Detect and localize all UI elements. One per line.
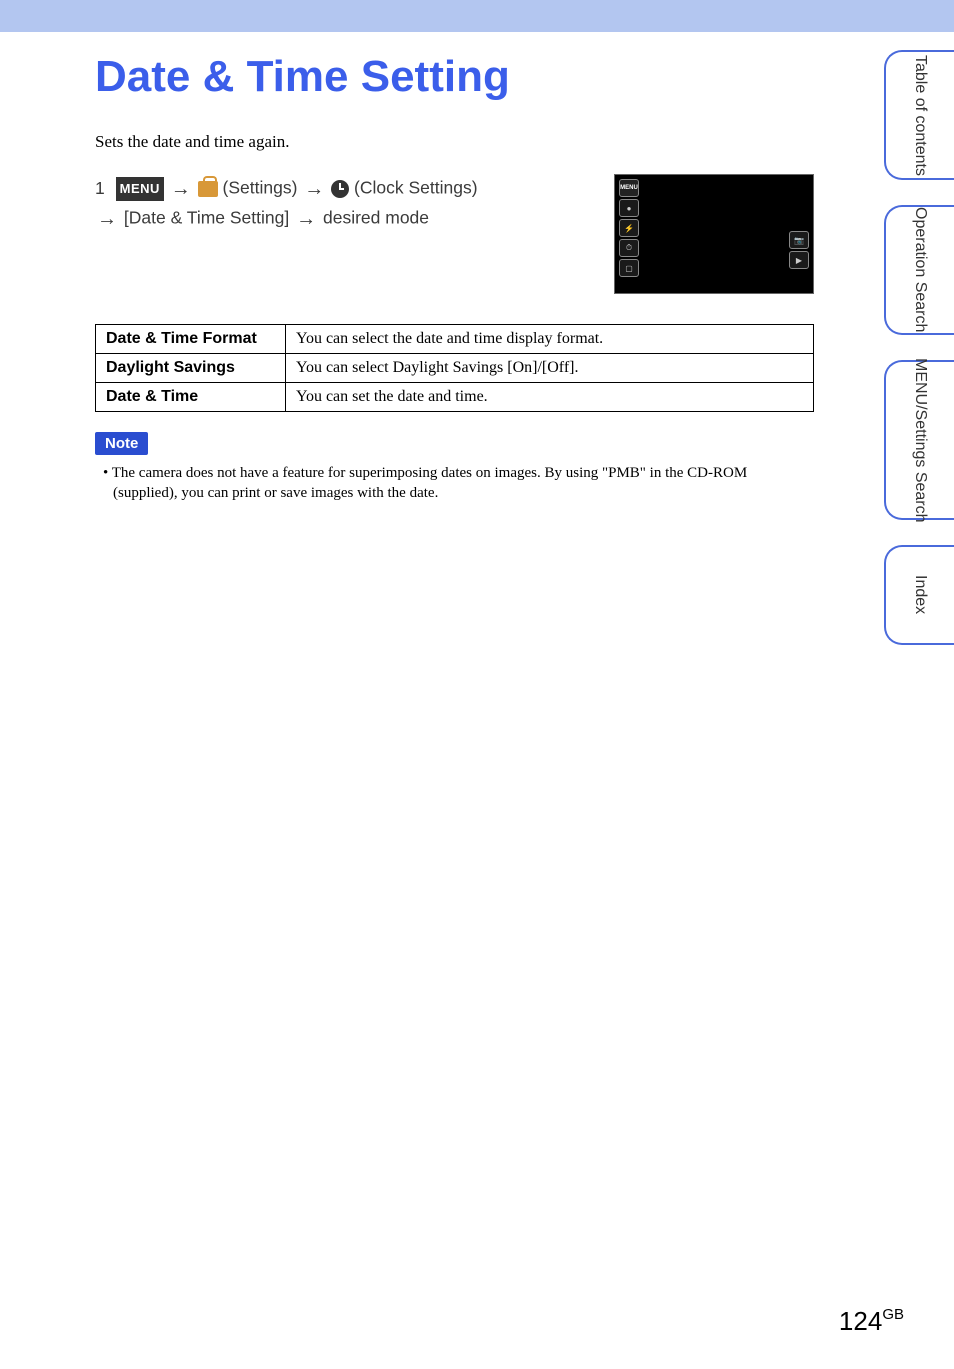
arrow-icon: → — [304, 178, 324, 200]
row-desc: You can select Daylight Savings [On]/[Of… — [286, 354, 814, 383]
tab-label: Index — [911, 575, 929, 614]
camera-capture-icon: 📷 — [789, 231, 809, 249]
camera-left-column: MENU ● ⚡ ⏱ ▢ — [615, 175, 643, 293]
tab-table-of-contents[interactable]: Table of contents — [884, 50, 954, 180]
clock-label: (Clock Settings) — [354, 178, 478, 198]
camera-playback-icon: ▶ — [789, 251, 809, 269]
row-label: Daylight Savings — [96, 354, 286, 383]
step-number: 1 — [95, 178, 105, 198]
arrow-icon: → — [97, 208, 117, 230]
settings-label: (Settings) — [223, 178, 298, 198]
page-content: Date & Time Setting Sets the date and ti… — [0, 32, 954, 504]
arrow-icon: → — [296, 208, 316, 230]
page-title: Date & Time Setting — [95, 52, 814, 102]
page-number: 124GB — [839, 1306, 904, 1337]
camera-flash-icon: ⚡ — [619, 219, 639, 237]
row-desc: You can set the date and time. — [286, 383, 814, 412]
path-label: [Date & Time Setting] — [124, 208, 289, 228]
camera-mode-icon: ▢ — [619, 259, 639, 277]
arrow-icon: → — [171, 178, 191, 200]
intro-text: Sets the date and time again. — [95, 132, 814, 152]
note-badge: Note — [95, 432, 148, 455]
navigation-steps: 1 MENU → (Settings) → (Clock Settings) →… — [95, 174, 584, 294]
settings-table: Date & Time Format You can select the da… — [95, 324, 814, 412]
camera-timer-icon: ⏱ — [619, 239, 639, 257]
table-row: Date & Time You can set the date and tim… — [96, 383, 814, 412]
row-desc: You can select the date and time display… — [286, 325, 814, 354]
desired-mode-label: desired mode — [323, 208, 429, 228]
table-row: Date & Time Format You can select the da… — [96, 325, 814, 354]
tab-label: MENU/Settings Search — [911, 358, 929, 523]
camera-movie-icon: ● — [619, 199, 639, 217]
camera-right-column: 📷 ▶ — [789, 231, 809, 269]
page-num: 124 — [839, 1306, 882, 1336]
tab-label: Operation Search — [911, 207, 929, 332]
settings-icon — [198, 181, 218, 197]
camera-menu-icon: MENU — [619, 179, 639, 197]
tab-label: Table of contents — [911, 55, 929, 176]
tab-menu-settings-search[interactable]: MENU/Settings Search — [884, 360, 954, 520]
tab-index[interactable]: Index — [884, 545, 954, 645]
navigation-row: 1 MENU → (Settings) → (Clock Settings) →… — [95, 174, 814, 294]
page-suffix: GB — [882, 1306, 904, 1323]
table-row: Daylight Savings You can select Daylight… — [96, 354, 814, 383]
note-text: The camera does not have a feature for s… — [95, 463, 814, 504]
row-label: Date & Time Format — [96, 325, 286, 354]
menu-icon: MENU — [116, 177, 164, 201]
tab-operation-search[interactable]: Operation Search — [884, 205, 954, 335]
row-label: Date & Time — [96, 383, 286, 412]
side-tabs: Table of contents Operation Search MENU/… — [884, 50, 954, 645]
clock-icon — [331, 180, 349, 198]
top-bar — [0, 0, 954, 32]
camera-screen-preview: MENU ● ⚡ ⏱ ▢ 📷 ▶ — [614, 174, 814, 294]
